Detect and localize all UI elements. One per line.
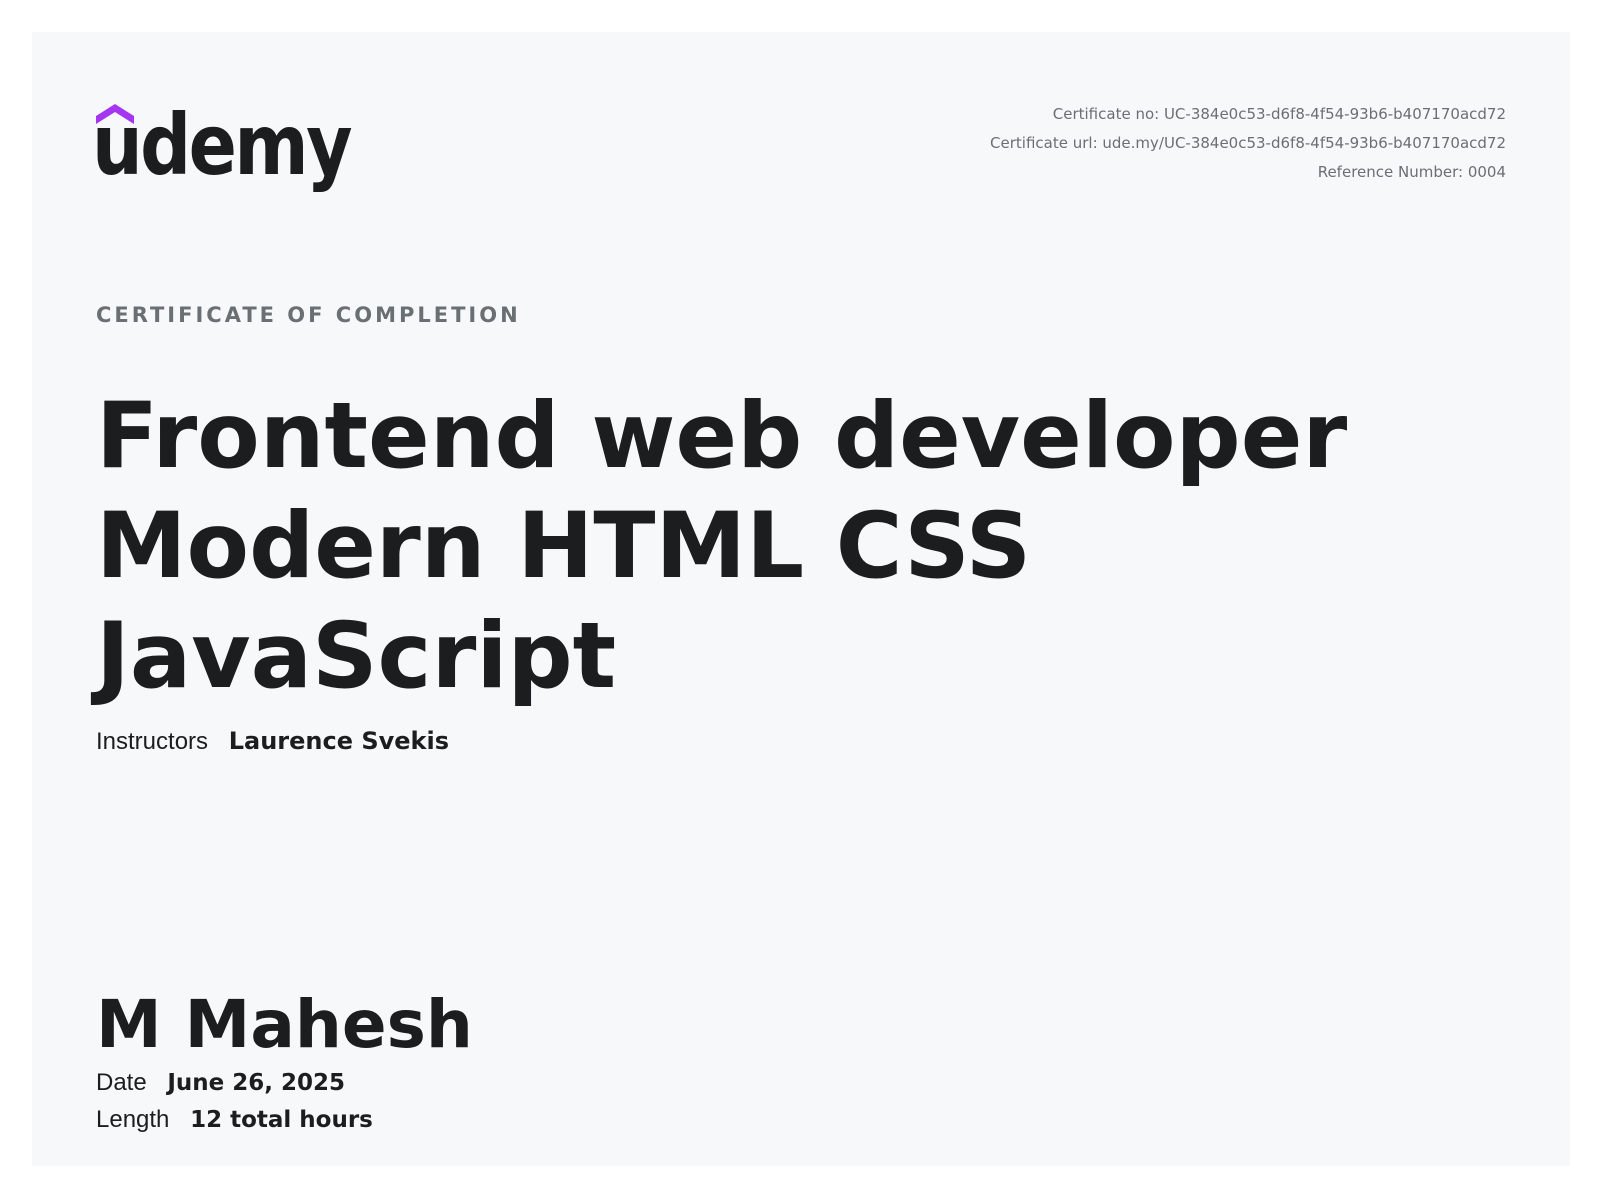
udemy-logo-graphic: udemy: [96, 96, 355, 194]
reference-number: Reference Number: 0004: [1317, 163, 1506, 181]
length-value: 12 total hours: [190, 1107, 373, 1133]
date-row: Date June 26, 2025: [96, 1069, 345, 1097]
course-title: Frontend web developer Modern HTML CSS J…: [96, 384, 1348, 709]
length-row: Length 12 total hours: [96, 1106, 373, 1134]
length-label: Length: [96, 1106, 170, 1133]
certificate-meta: Certificate no: UC-384e0c53-d6f8-4f54-93…: [990, 100, 1506, 187]
recipient-name: M Mahesh: [96, 986, 473, 1063]
instructors-row: Instructors Laurence Svekis: [96, 727, 449, 756]
logo-wordmark: udemy: [96, 96, 352, 194]
date-value: June 26, 2025: [167, 1070, 346, 1096]
instructor-name: Laurence Svekis: [228, 727, 450, 755]
certificate-card: udemy Certificate no: UC-384e0c53-d6f8-4…: [32, 32, 1570, 1166]
certificate-overline: CERTIFICATE OF COMPLETION: [96, 303, 521, 327]
instructors-label: Instructors: [96, 728, 209, 755]
certificate-url[interactable]: Certificate url: ude.my/UC-384e0c53-d6f8…: [990, 129, 1506, 158]
certificate-number: Certificate no: UC-384e0c53-d6f8-4f54-93…: [1052, 105, 1506, 123]
date-label: Date: [96, 1069, 147, 1096]
udemy-logo: udemy: [96, 94, 366, 200]
